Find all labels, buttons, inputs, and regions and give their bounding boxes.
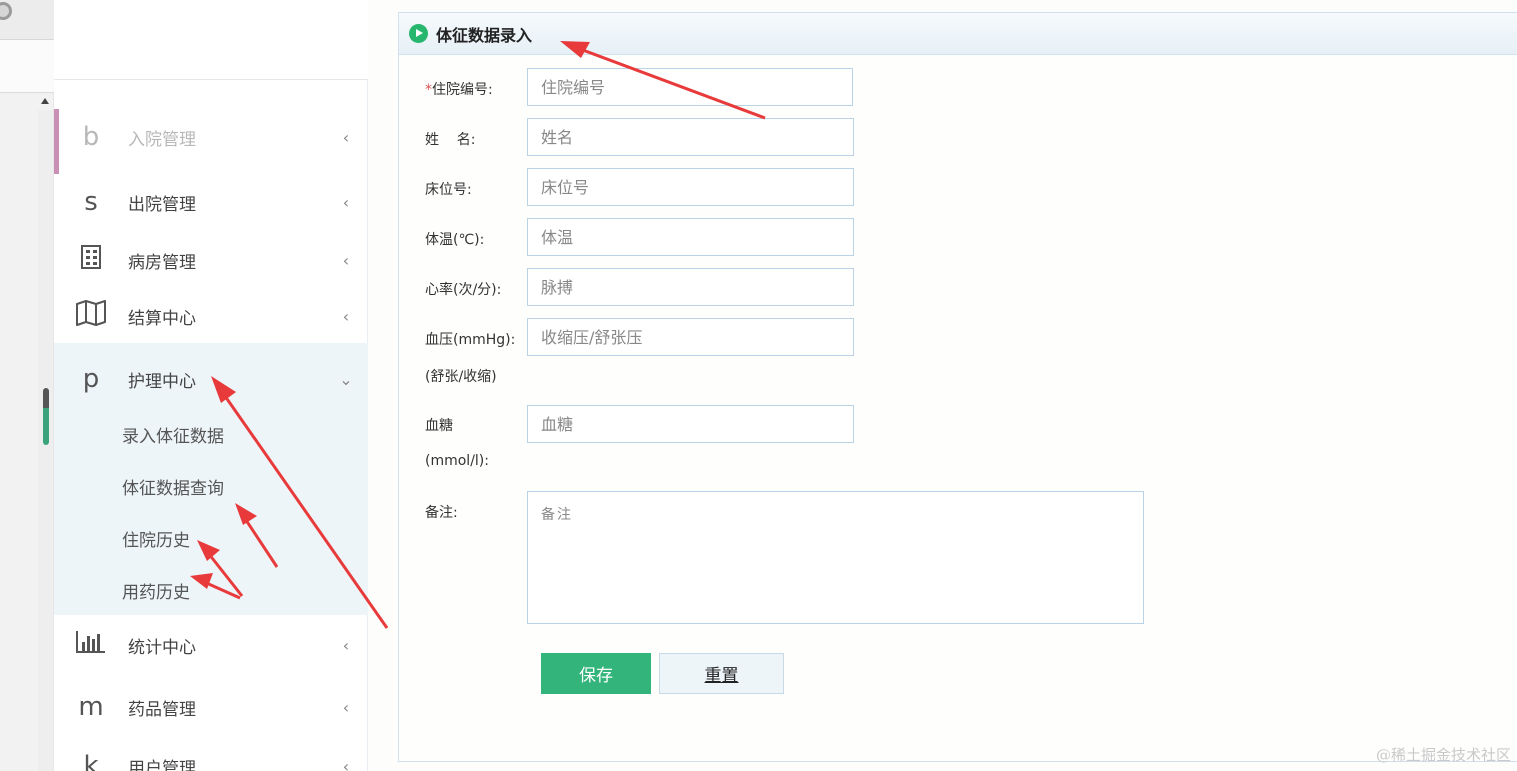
page-title: 体征数据录入: [436, 25, 533, 45]
remarks-textarea[interactable]: [527, 491, 1144, 624]
chevron-left-icon: ‹: [342, 697, 350, 717]
letter-m-icon: m: [78, 692, 104, 722]
sidebar-item-drugs[interactable]: m 药品管理 ‹: [54, 679, 368, 735]
chevron-left-icon: ‹: [342, 635, 350, 655]
sidebar-item-discharge[interactable]: s 出院管理 ‹: [54, 174, 368, 230]
remarks-label: 备注:: [425, 505, 458, 521]
sidebar-item-label: 药品管理: [128, 699, 196, 720]
browser-panel-area: [0, 40, 54, 93]
play-circle-icon: [409, 24, 428, 43]
scrollbar-thumb[interactable]: [43, 388, 49, 445]
sidebar-item-label: 统计中心: [128, 637, 196, 658]
chevron-left-icon: ‹: [342, 756, 350, 771]
chevron-left-icon: ‹: [342, 192, 350, 212]
submenu-item-medication-history[interactable]: 用药历史: [122, 578, 190, 603]
panel-header: 体征数据录入: [399, 13, 1517, 55]
submenu-item-enter-vitals[interactable]: 录入体征数据: [122, 422, 224, 447]
sidebar-item-admission[interactable]: b 入院管理 ‹: [54, 109, 368, 174]
sidebar-header: [54, 0, 368, 80]
nursing-submenu: p 护理中心 ⌄ 录入体征数据 体征数据查询 住院历史 用药历史: [54, 343, 368, 615]
blood-pressure-input[interactable]: [527, 318, 854, 356]
blood-pressure-label: 血压(mmHg):: [425, 332, 516, 348]
sidebar-item-users[interactable]: k 用户管理 ‹: [54, 738, 368, 771]
sidebar-item-label: 结算中心: [128, 308, 196, 329]
browser-toolbar-area: [0, 0, 54, 40]
bar-chart-icon: [76, 630, 105, 653]
blood-sugar-sublabel: (mmol/l):: [425, 453, 489, 469]
letter-k-icon: k: [83, 751, 99, 771]
browser-side-strip: [0, 0, 54, 771]
name-label: 姓 名:: [425, 132, 476, 148]
admission-no-label: *住院编号:: [425, 82, 493, 98]
name-input[interactable]: [527, 118, 854, 156]
heart-rate-label: 心率(次/分):: [425, 282, 502, 298]
sidebar-item-label: 出院管理: [128, 194, 196, 215]
chevron-left-icon: ‹: [342, 250, 350, 270]
temperature-input[interactable]: [527, 218, 854, 256]
letter-s-icon: s: [84, 187, 98, 217]
sidebar-item-ward[interactable]: 病房管理 ‹: [54, 232, 368, 288]
heart-rate-input[interactable]: [527, 268, 854, 306]
blood-pressure-sublabel: (舒张/收缩): [425, 369, 497, 385]
sidebar-item-label: 护理中心: [128, 371, 196, 392]
chevron-left-icon: ‹: [342, 127, 350, 147]
settings-icon[interactable]: [0, 2, 12, 20]
scroll-up-arrow-icon[interactable]: [41, 98, 49, 104]
letter-p-icon: p: [82, 364, 100, 394]
map-icon: [76, 299, 106, 326]
sidebar-item-label: 用户管理: [128, 758, 196, 771]
chevron-down-icon: ⌄: [339, 369, 353, 389]
blood-sugar-input[interactable]: [527, 405, 854, 443]
temperature-label: 体温(℃):: [425, 232, 485, 248]
sidebar: b 入院管理 ‹ s 出院管理 ‹ 病房管理 ‹ 结算中心 ‹ p 护理中心 ⌄…: [54, 0, 368, 771]
required-mark: *: [425, 82, 432, 98]
watermark: @稀土掘金技术社区: [1375, 746, 1511, 764]
reset-button[interactable]: 重置: [659, 653, 784, 694]
sidebar-item-billing[interactable]: 结算中心 ‹: [54, 288, 368, 344]
bed-no-input[interactable]: [527, 168, 854, 206]
save-button[interactable]: 保存: [541, 653, 651, 694]
sidebar-item-label: 入院管理: [128, 129, 196, 150]
submenu-item-query-vitals[interactable]: 体征数据查询: [122, 474, 224, 499]
chevron-left-icon: ‹: [342, 306, 350, 326]
sidebar-item-nursing[interactable]: p 护理中心 ⌄: [54, 351, 368, 407]
submenu-item-admission-history[interactable]: 住院历史: [122, 526, 190, 551]
blood-sugar-label: 血糖: [425, 418, 453, 434]
letter-b-icon: b: [82, 122, 100, 152]
building-icon: [81, 244, 101, 269]
sidebar-item-label: 病房管理: [128, 252, 196, 273]
bed-no-label: 床位号:: [425, 182, 472, 198]
vitals-entry-panel: 体征数据录入 *住院编号: 姓 名: 床位号: 体温(℃): 心率(次/分): …: [398, 12, 1517, 762]
sidebar-item-statistics[interactable]: 统计中心 ‹: [54, 617, 368, 673]
admission-no-input[interactable]: [527, 68, 853, 106]
